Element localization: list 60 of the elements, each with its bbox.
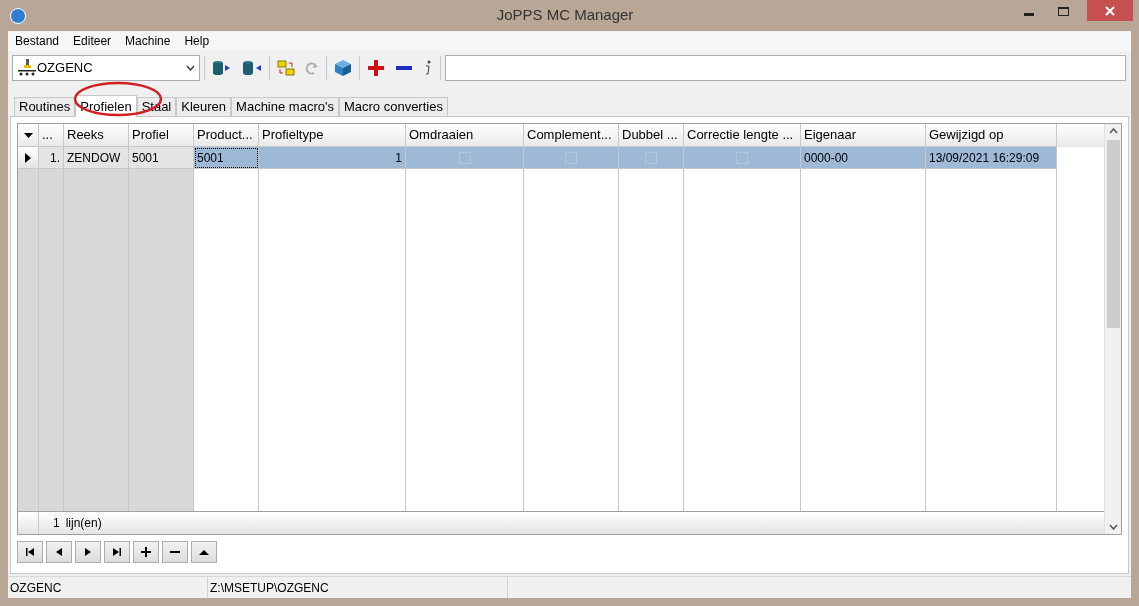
first-record-icon <box>25 547 35 557</box>
close-button[interactable] <box>1087 0 1133 21</box>
plus-icon <box>141 547 151 557</box>
machine-icon <box>17 58 37 77</box>
table-cell: 13/09/2021 16:29:09 <box>926 147 1057 169</box>
table-cell: 5001 <box>129 147 194 169</box>
maximize-icon[interactable] <box>1058 7 1069 16</box>
input-field[interactable] <box>445 54 1126 81</box>
tab[interactable]: Macro converties <box>338 97 448 116</box>
table-cell: 0000-00 <box>801 147 926 169</box>
machine-name: OZGENC <box>37 58 93 77</box>
menu-item[interactable]: Bestand <box>15 32 60 50</box>
info-icon[interactable] <box>424 59 432 76</box>
caret-down-icon <box>23 132 33 138</box>
scroll-up-icon[interactable] <box>1108 128 1118 134</box>
add-record-button[interactable] <box>133 541 159 563</box>
menu-item[interactable]: Machine <box>125 32 171 50</box>
database-export-icon[interactable] <box>212 59 232 76</box>
checkbox[interactable] <box>565 151 577 164</box>
scroll-thumb[interactable] <box>1106 140 1120 328</box>
status-text: Z:\MSETUP\OZGENC <box>208 577 508 598</box>
last-record-button[interactable] <box>104 541 130 563</box>
table-cell: 1 <box>259 147 406 169</box>
tab[interactable]: Kleuren <box>176 97 232 116</box>
table-cell: ZENDOW <box>64 147 129 169</box>
previous-record-button[interactable] <box>46 541 72 563</box>
menu-item[interactable]: Editeer <box>73 32 112 50</box>
database-import-icon[interactable] <box>242 59 262 76</box>
scroll-down-icon[interactable] <box>1108 524 1118 530</box>
plus-icon[interactable] <box>368 59 384 76</box>
checkbox[interactable] <box>645 151 657 164</box>
menu-item[interactable]: Help <box>184 32 210 50</box>
table-cell: 5001 <box>194 147 259 169</box>
app-icon <box>10 7 26 24</box>
move-up-button[interactable] <box>191 541 217 563</box>
table-cell: 1. <box>39 147 64 169</box>
cube-icon[interactable] <box>334 58 352 77</box>
minus-icon[interactable] <box>396 65 412 70</box>
delete-record-button[interactable] <box>162 541 188 563</box>
row-count: 1 <box>53 515 60 532</box>
first-record-button[interactable] <box>17 541 43 563</box>
window-title: JoPPS MC Manager <box>496 5 634 26</box>
close-icon <box>1105 5 1115 16</box>
tab[interactable]: Machine macro's <box>231 97 339 116</box>
status-text: OZGENC <box>8 577 208 598</box>
row-count-label: lijn(en) <box>65 515 102 532</box>
chevron-down-icon <box>186 64 195 71</box>
vertical-scrollbar[interactable] <box>1104 124 1121 534</box>
tab[interactable]: Routines <box>14 97 76 116</box>
previous-icon <box>54 547 64 557</box>
next-icon <box>83 547 93 557</box>
checkbox[interactable] <box>736 151 748 164</box>
triangle-up-icon <box>199 547 209 557</box>
machine-dropdown[interactable]: OZGENC <box>12 54 200 81</box>
next-record-button[interactable] <box>75 541 101 563</box>
last-record-icon <box>112 547 122 557</box>
folders-swap-icon[interactable] <box>277 58 295 77</box>
row-header[interactable] <box>18 147 39 169</box>
current-row-icon <box>25 152 31 163</box>
checkbox[interactable] <box>458 151 471 164</box>
